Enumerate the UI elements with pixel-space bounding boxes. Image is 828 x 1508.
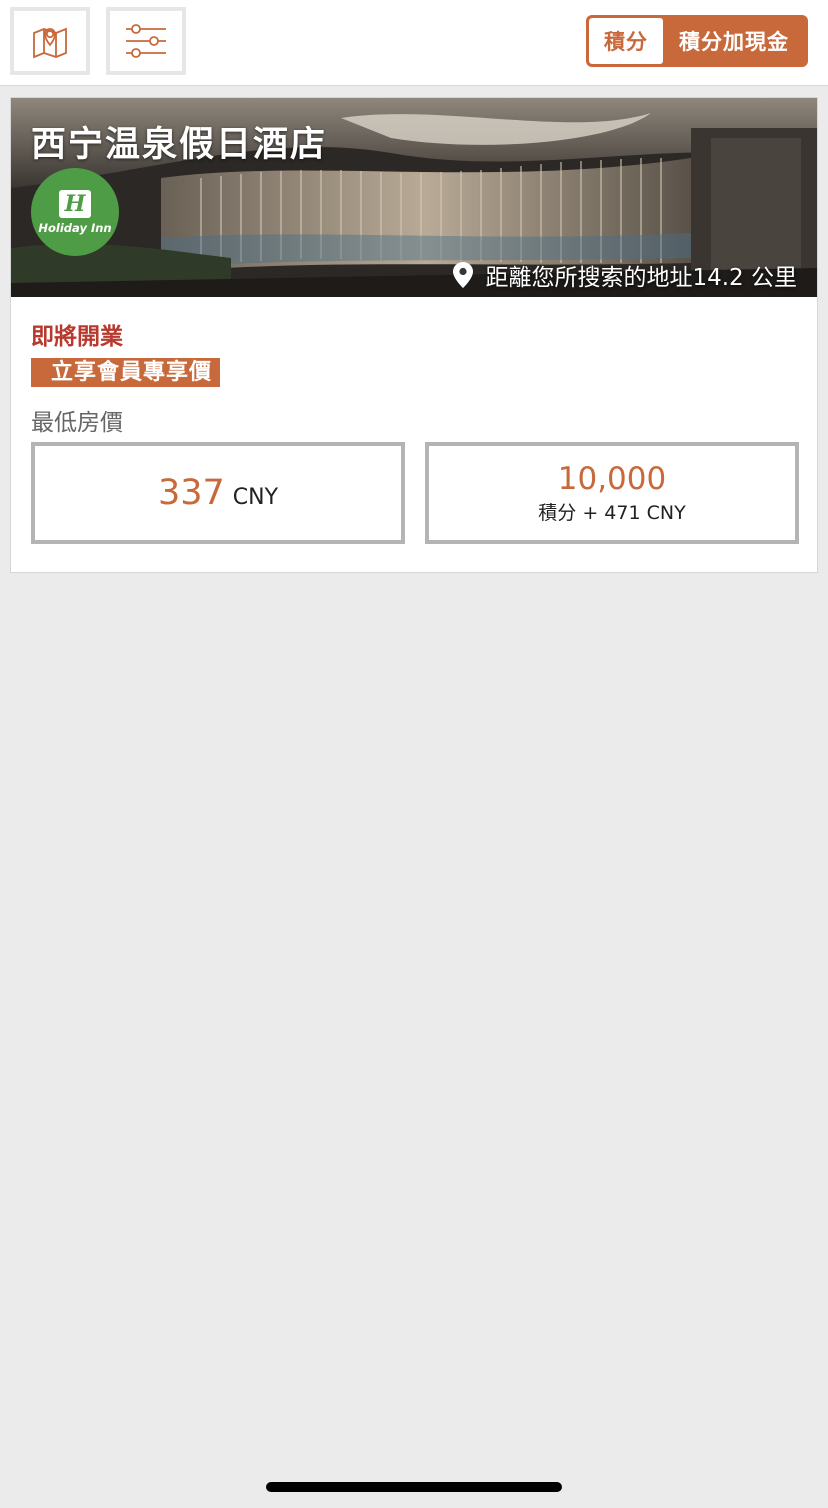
toggle-points-cash-option[interactable]: 積分加現金 — [663, 18, 805, 64]
lowest-rate-label: 最低房價 — [31, 410, 123, 436]
cash-rate-button[interactable]: 337 CNY — [31, 442, 405, 544]
home-indicator[interactable] — [266, 1482, 562, 1492]
logo-mark: H — [59, 189, 91, 218]
filter-sliders-icon — [126, 24, 166, 58]
holiday-inn-logo: H Holiday Inn — [31, 168, 119, 256]
opening-status: 即將開業 — [31, 324, 123, 350]
hotel-hero-image[interactable]: 西宁温泉假日酒店 H Holiday Inn 距離您所搜索的地址14.2 公里 — [11, 98, 817, 297]
map-view-button[interactable] — [10, 7, 90, 75]
location-pin-icon — [453, 262, 474, 288]
filter-button[interactable] — [106, 7, 186, 75]
cash-amount: 337 — [157, 473, 225, 513]
distance-info: 距離您所搜索的地址14.2 公里 — [453, 258, 797, 292]
points-mode-toggle: 積分 積分加現金 — [586, 15, 808, 67]
points-cash-rate-button[interactable]: 10,000 積分 + 471 CNY — [425, 442, 799, 544]
cash-price-line: 337 CNY — [158, 473, 278, 513]
cash-currency: CNY — [232, 485, 279, 510]
toggle-points-option[interactable]: 積分 — [589, 18, 663, 64]
distance-text: 距離您所搜索的地址14.2 公里 — [485, 265, 797, 291]
points-amount: 10,000 — [557, 460, 667, 497]
logo-text: Holiday Inn — [38, 220, 112, 235]
hotel-name: 西宁温泉假日酒店 — [31, 125, 328, 165]
member-rate-badge: 立享會員專享價 — [31, 358, 221, 387]
top-toolbar: 積分 積分加現金 — [0, 0, 828, 86]
hotel-card[interactable]: 西宁温泉假日酒店 H Holiday Inn 距離您所搜索的地址14.2 公里 … — [10, 97, 818, 573]
points-cash-detail: 積分 + 471 CNY — [538, 501, 686, 524]
map-icon — [33, 27, 67, 59]
